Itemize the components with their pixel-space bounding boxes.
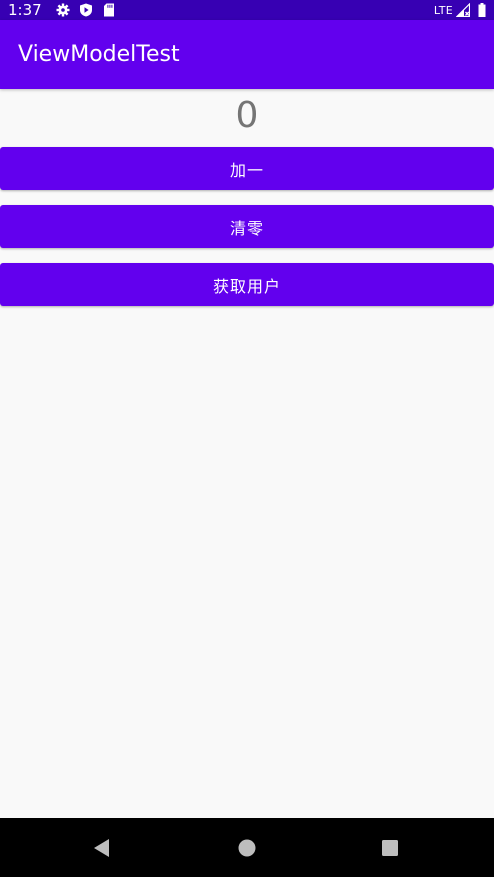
back-icon[interactable]	[88, 835, 114, 861]
status-time: 1:37	[8, 1, 42, 19]
get-user-button[interactable]: 获取用户	[0, 263, 494, 306]
signal-icon	[456, 3, 470, 17]
battery-icon	[478, 3, 486, 17]
recents-icon[interactable]	[377, 835, 403, 861]
settings-icon	[56, 3, 70, 17]
status-bar: 1:37 LTE	[0, 0, 494, 20]
clear-button[interactable]: 清零	[0, 205, 494, 248]
network-type: LTE	[433, 3, 453, 17]
sd-card-icon	[102, 3, 116, 17]
home-icon[interactable]	[234, 835, 260, 861]
app-title: ViewModelTest	[18, 42, 180, 67]
navigation-bar	[0, 818, 494, 877]
add-one-button[interactable]: 加一	[0, 147, 494, 190]
screen: 1:37 LTE ViewModelTest 0 加一 清零 获取用户	[0, 0, 494, 877]
counter-value: 0	[235, 95, 259, 136]
play-protect-icon	[79, 3, 93, 17]
status-right: LTE	[434, 3, 486, 17]
app-bar: ViewModelTest	[0, 20, 494, 89]
